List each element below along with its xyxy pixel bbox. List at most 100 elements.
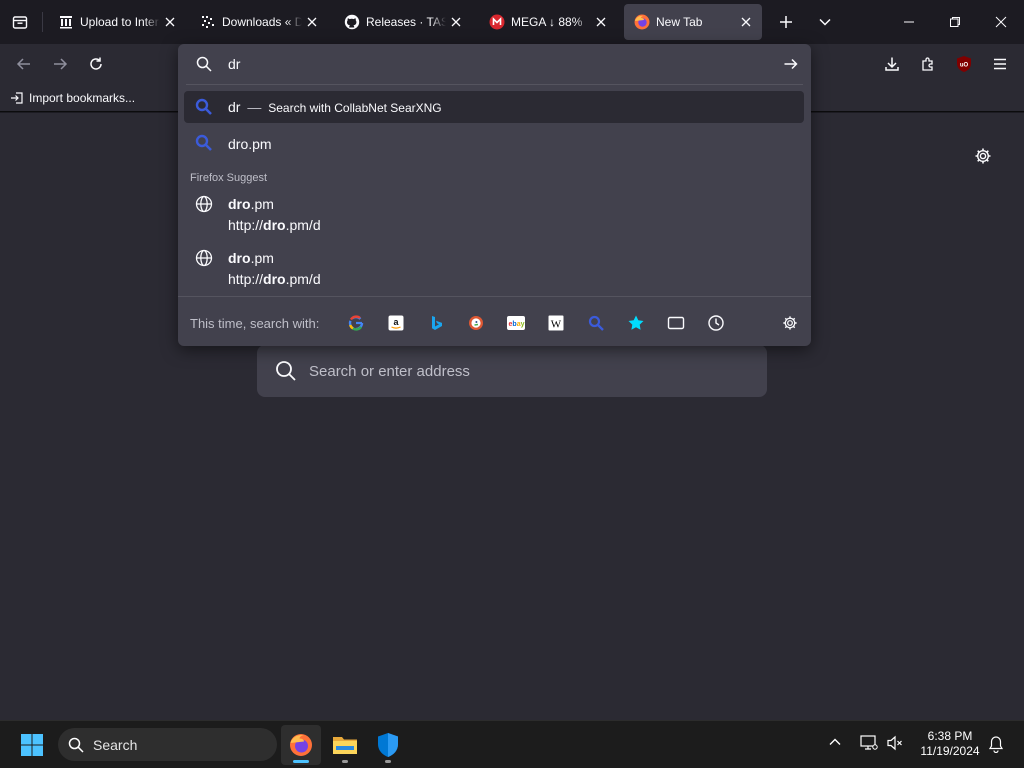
new-tab-button[interactable] [771, 6, 801, 38]
taskbar-defender[interactable] [368, 725, 408, 765]
result-query: dr [228, 99, 241, 115]
tab-upload-archive[interactable]: Upload to Internet Archive [48, 4, 186, 40]
firefox-view-button[interactable] [5, 6, 35, 38]
newtab-search-placeholder: Search or enter address [309, 362, 470, 380]
globe-icon [194, 248, 214, 268]
personalize-settings-button[interactable] [970, 143, 996, 169]
extensions-button[interactable] [912, 48, 944, 80]
svg-text:ebay: ebay [509, 321, 525, 328]
reload-icon [90, 57, 102, 70]
firefox-suggest-label: Firefox Suggest [190, 172, 268, 184]
taskbar-search-box[interactable]: Search [58, 728, 277, 761]
suggest-url-prefix: http:// [228, 217, 264, 233]
search-icon [196, 56, 212, 72]
bing-icon[interactable] [424, 311, 448, 335]
puzzle-icon [922, 57, 933, 71]
duckduckgo-icon[interactable] [464, 311, 488, 335]
tab-title: Upload to Internet Archive [80, 15, 160, 29]
start-button[interactable] [12, 725, 52, 765]
urlbar-result-suggestion[interactable]: dro.pm [184, 127, 804, 159]
close-icon[interactable] [591, 12, 611, 32]
suggest-url-bold: dro [263, 271, 286, 287]
suggest-url-rest: .pm/d [285, 217, 321, 233]
urlbar-suggest-row[interactable]: dro.pm http://dro.pm/d [184, 244, 804, 288]
urlbar-suggest-row[interactable]: dro.pm http://dro.pm/d [184, 190, 804, 234]
wikipedia-icon[interactable]: W [544, 311, 568, 335]
list-all-tabs-button[interactable] [810, 6, 840, 38]
search-settings-button[interactable] [778, 311, 802, 335]
show-hidden-icons-button[interactable] [828, 735, 842, 749]
taskbar-firefox[interactable] [281, 725, 321, 765]
close-window-button[interactable] [978, 0, 1024, 44]
downloads-button[interactable] [876, 48, 908, 80]
pixel-grid-icon [200, 14, 216, 30]
tabs-icon[interactable] [664, 311, 688, 335]
hamburger-menu-icon [994, 58, 1006, 70]
search-icon [68, 737, 84, 753]
import-icon [11, 92, 23, 104]
tab-releases[interactable]: Releases · TASEmulators [334, 4, 472, 40]
github-icon [344, 14, 360, 30]
svg-text:W: W [551, 319, 562, 331]
arrow-right-icon [784, 58, 798, 70]
chevron-down-icon [819, 18, 831, 26]
arrow-left-icon [16, 58, 30, 70]
mega-icon [489, 14, 505, 30]
taskbar-clock[interactable]: 6:38 PM 11/19/2024 [912, 729, 988, 759]
folder-icon [333, 737, 357, 754]
reload-button[interactable] [80, 48, 112, 80]
forward-button[interactable] [44, 48, 76, 80]
suggest-url-prefix: http:// [228, 271, 264, 287]
taskbar-search-label: Search [93, 736, 138, 753]
close-icon[interactable] [160, 12, 180, 32]
clock-date: 11/19/2024 [920, 744, 980, 758]
go-button[interactable] [783, 56, 799, 72]
tab-downloads[interactable]: Downloads « Dev [190, 4, 328, 40]
close-icon[interactable] [736, 12, 756, 32]
urlbar-result-search[interactable]: dr — Search with CollabNet SearXNG [184, 91, 804, 123]
import-bookmarks-button[interactable]: Import bookmarks... [10, 88, 135, 108]
tab-mega[interactable]: MEGA ↓ 88% [479, 4, 617, 40]
tab-title: MEGA ↓ 88% [511, 15, 583, 29]
suggest-title-bold: dro [228, 250, 251, 266]
searxng-icon [194, 133, 214, 153]
restore-button[interactable] [932, 0, 978, 44]
ebay-icon[interactable]: ebay [504, 311, 528, 335]
urlbar-dropdown: dr dr — Search with CollabNet SearXNG dr… [178, 44, 811, 346]
tab-strip: Upload to Internet Archive Downloads « D… [0, 0, 1024, 44]
close-icon[interactable] [446, 12, 466, 32]
google-icon[interactable] [344, 311, 368, 335]
bookmarks-star-icon[interactable] [624, 311, 648, 335]
ublock-origin-icon: uO [957, 56, 971, 72]
history-icon[interactable] [704, 311, 728, 335]
result-text: dro.pm [228, 136, 272, 152]
notifications-button[interactable] [988, 735, 1004, 753]
minimize-icon [904, 21, 914, 23]
arrow-right-icon [54, 58, 68, 70]
tab-title: New Tab [656, 15, 703, 29]
firefox-view-icon [12, 16, 28, 29]
tab-new-tab[interactable]: New Tab [624, 4, 762, 40]
urlbar-input[interactable]: dr [178, 44, 811, 84]
taskbar-file-explorer[interactable] [325, 725, 365, 765]
svg-text:uO: uO [960, 63, 969, 69]
suggest-title-rest: .pm [250, 196, 274, 212]
gear-icon [783, 316, 797, 330]
plus-icon [780, 16, 792, 28]
newtab-search-box[interactable]: Search or enter address [257, 345, 767, 397]
searxng-icon[interactable] [584, 311, 608, 335]
app-menu-button[interactable] [984, 48, 1016, 80]
archive-icon [58, 14, 74, 30]
amazon-icon[interactable]: a [384, 311, 408, 335]
ublock-origin-button[interactable]: uO [948, 48, 980, 80]
result-action: Search with CollabNet SearXNG [268, 101, 442, 115]
download-icon [885, 57, 899, 71]
volume-muted-icon[interactable] [886, 735, 904, 751]
chevron-up-icon [829, 738, 841, 745]
minimize-button[interactable] [886, 0, 932, 44]
back-button[interactable] [8, 48, 40, 80]
urlbar-value: dr [228, 56, 241, 72]
windows-taskbar: Search 6:38 PM 11/19/2024 [0, 720, 1024, 768]
close-icon[interactable] [302, 12, 322, 32]
network-icon[interactable] [860, 735, 878, 751]
